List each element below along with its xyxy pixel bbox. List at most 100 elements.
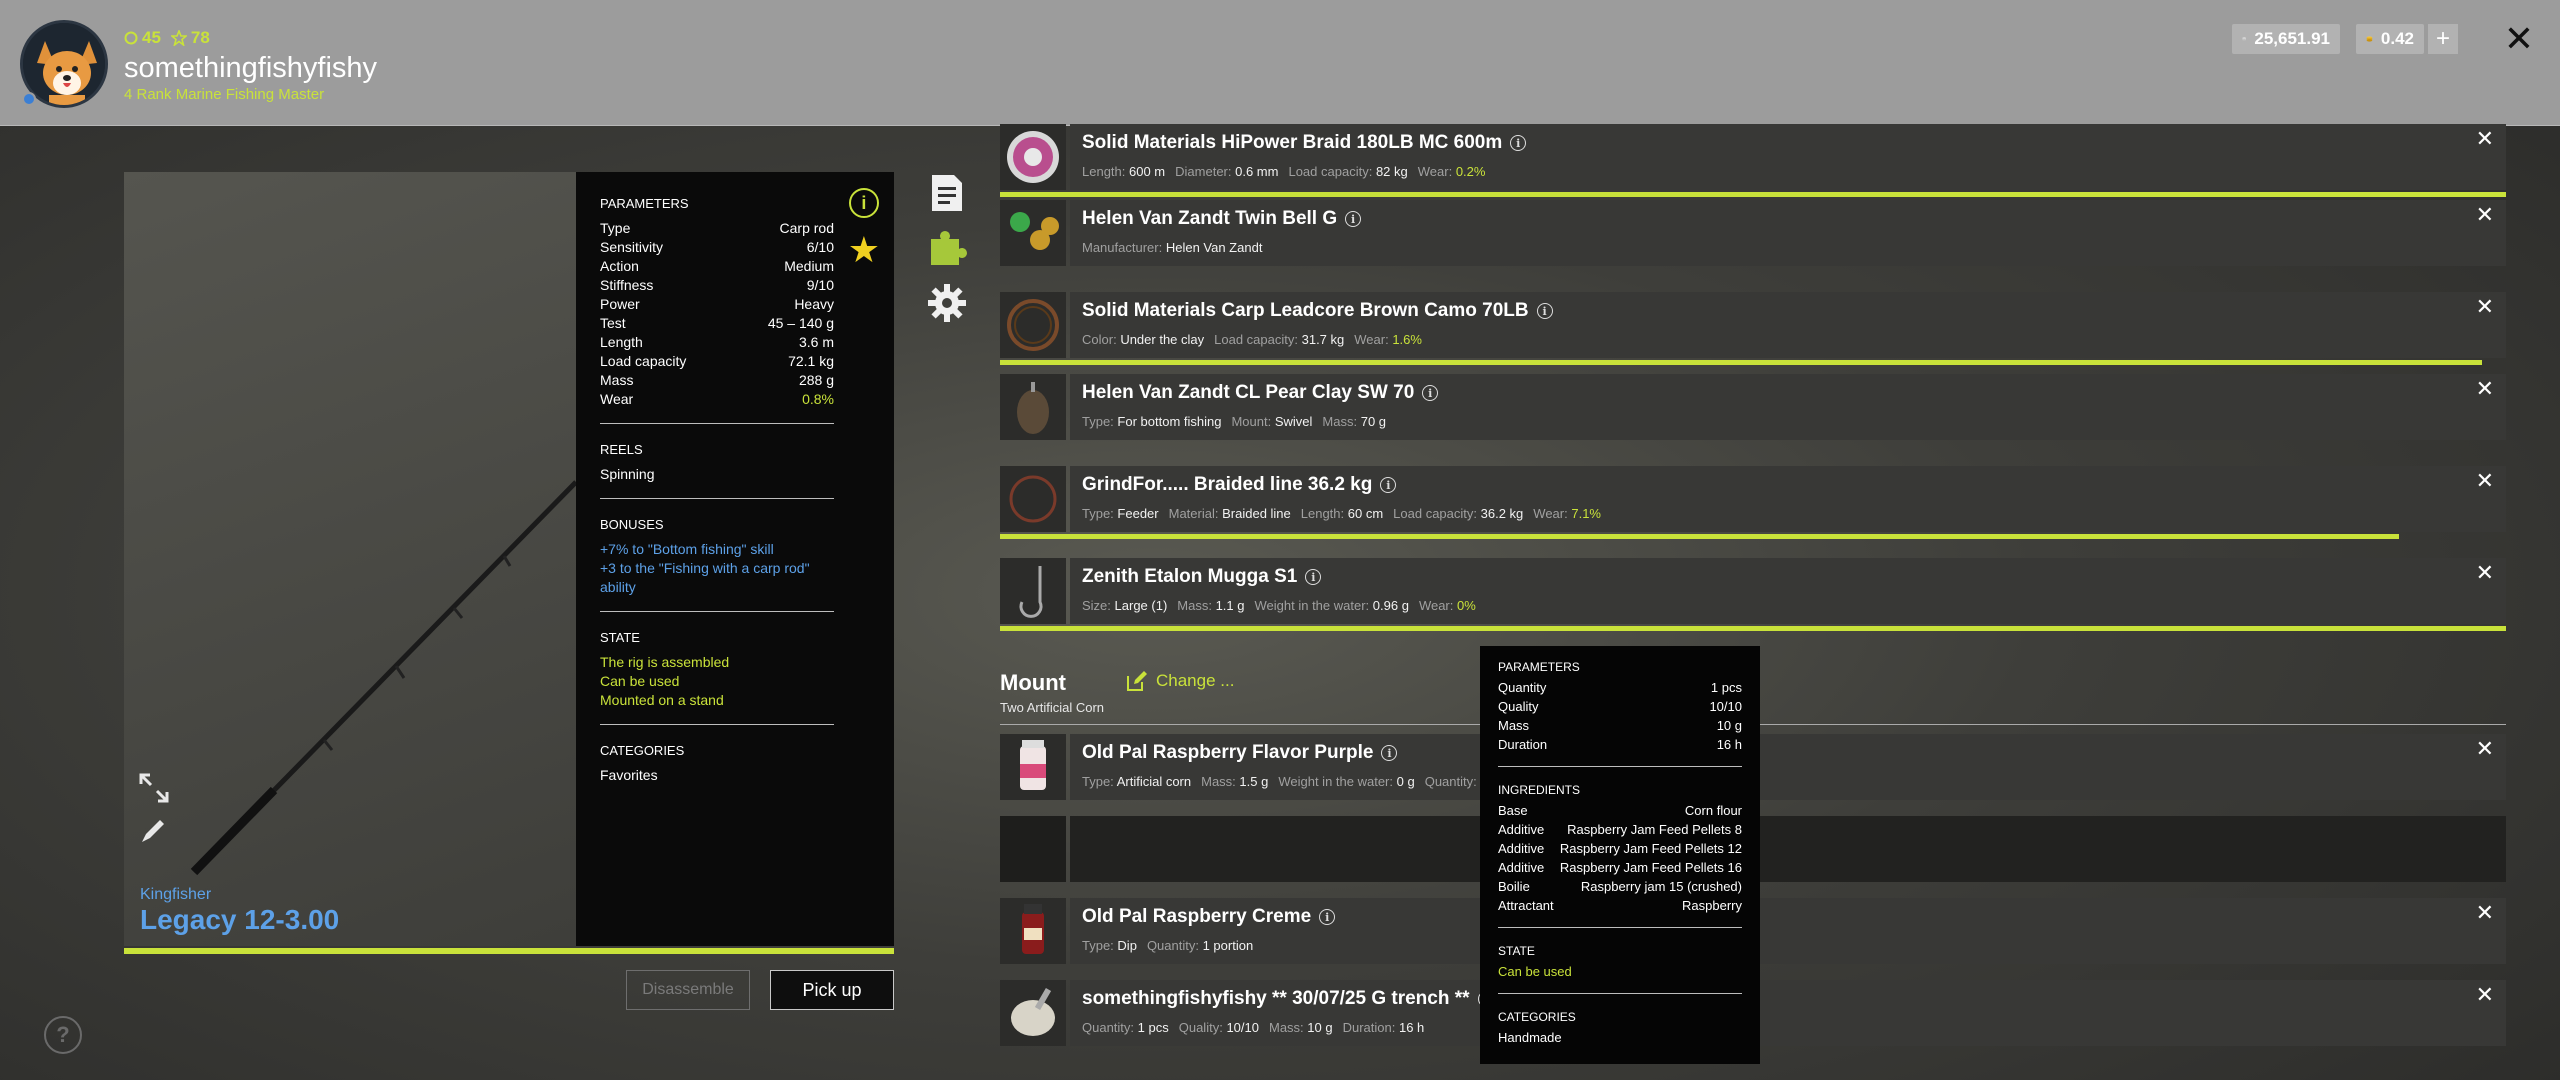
attr-key: Wear: xyxy=(1354,332,1389,347)
remove-item-close-icon[interactable]: ✕ xyxy=(2476,562,2494,584)
tackle-item-row[interactable]: Helen Van Zandt CL Pear Clay SW 70 i Type:… xyxy=(1000,374,2506,440)
item-thumbnail-icon xyxy=(1000,200,1066,266)
remove-item-close-icon[interactable]: ✕ xyxy=(2476,128,2494,150)
item-title: Old Pal Raspberry Creme i xyxy=(1082,906,2494,928)
info-icon[interactable]: i xyxy=(1536,303,1553,319)
item-name: Solid Materials HiPower Braid 180LB MC 6… xyxy=(1082,132,1503,153)
attr-key: Weight in the water: xyxy=(1254,598,1370,613)
param-value: 72.1 kg xyxy=(788,353,834,369)
param-row: Additive Raspberry Jam Feed Pellets 8 xyxy=(1498,820,1742,839)
param-row: Additive Raspberry Jam Feed Pellets 12 xyxy=(1498,839,1742,858)
param-row: Action Medium xyxy=(600,257,834,276)
rod-brand: Kingfisher xyxy=(140,886,212,903)
help-button[interactable]: ? xyxy=(44,1016,82,1054)
attr-value: 10 g xyxy=(1307,1020,1333,1035)
param-row: Length 3.6 m xyxy=(600,333,834,352)
rod-preview[interactable] xyxy=(124,172,578,946)
remove-item-close-icon[interactable]: ✕ xyxy=(2476,296,2494,318)
attr-value: 1 pcs xyxy=(1137,1020,1169,1035)
item-tooltip: PARAMETERS Quantity 1 pcs Quality 10/10 Mass… xyxy=(1480,646,1760,1064)
param-key: Duration xyxy=(1498,737,1548,752)
remove-item-close-icon[interactable]: ✕ xyxy=(2476,378,2494,400)
divider xyxy=(1498,766,1742,767)
tackle-item-row[interactable]: Helen Van Zandt Twin Bell G i Manufacturer… xyxy=(1000,200,2506,266)
param-row: Sensitivity 6/10 xyxy=(600,238,834,257)
item-attributes: Quantity: 1 pcs Quality: 10/10 Mass: 10 g D… xyxy=(1082,1020,2494,1035)
param-key: Load capacity xyxy=(600,353,687,369)
info-icon[interactable]: i xyxy=(1380,477,1397,493)
attr-value: Under the clay xyxy=(1120,332,1205,347)
param-value: Raspberry Jam Feed Pellets 8 xyxy=(1567,822,1742,837)
item-thumbnail-icon xyxy=(1000,124,1066,190)
expand-icon[interactable] xyxy=(138,772,170,810)
user-stats: 45 78 xyxy=(124,28,210,48)
tackle-item-row[interactable]: Solid Materials Carp Leadcore Brown Camo… xyxy=(1000,292,2506,358)
remove-item-close-icon[interactable]: ✕ xyxy=(2476,738,2494,760)
info-icon[interactable]: i xyxy=(1510,135,1527,151)
param-key: Additive xyxy=(1498,841,1545,856)
param-value: 288 g xyxy=(798,372,834,388)
remove-item-close-icon[interactable]: ✕ xyxy=(2476,470,2494,492)
info-icon[interactable]: i xyxy=(1345,211,1362,227)
gold-balance[interactable]: 0.42 xyxy=(2356,24,2424,54)
close-icon[interactable]: ✕ xyxy=(2502,21,2536,57)
param-key: Power xyxy=(600,296,640,312)
rod-condition-bar xyxy=(124,948,894,954)
param-key: Wear xyxy=(600,391,634,407)
tackle-item-row[interactable]: Zenith Etalon Mugga S1 i Size: Large (1) Ma… xyxy=(1000,558,2506,624)
tackle-item-row[interactable]: Solid Materials HiPower Braid 180LB MC 6… xyxy=(1000,124,2506,190)
info-icon[interactable]: i xyxy=(1319,909,1336,925)
silver-balance[interactable]: 25,651.91 xyxy=(2232,24,2340,54)
level-value: 45 xyxy=(142,28,161,47)
item-name: Zenith Etalon Mugga S1 xyxy=(1082,566,1298,587)
params-icons: i ★ xyxy=(848,188,880,268)
disassemble-button[interactable]: Disassemble xyxy=(626,970,750,1010)
star-icon[interactable]: ★ xyxy=(848,232,880,268)
param-value: 16 h xyxy=(1716,737,1742,752)
tackle-item-row[interactable]: GrindFor..... Braided line 36.2 kg i Type:… xyxy=(1000,466,2506,532)
info-icon[interactable]: i xyxy=(1381,745,1398,761)
attr-key: Color: xyxy=(1082,332,1117,347)
bonuses-title: BONUSES xyxy=(600,517,664,532)
notes-icon[interactable] xyxy=(926,172,968,214)
param-row: Stiffness 9/10 xyxy=(600,276,834,295)
item-body: Helen Van Zandt CL Pear Clay SW 70 i Type:… xyxy=(1070,374,2506,440)
silver-coins-icon xyxy=(2242,37,2246,41)
item-body: Zenith Etalon Mugga S1 i Size: Large (1) Ma… xyxy=(1070,558,2506,624)
info-icon[interactable]: i xyxy=(1422,385,1439,401)
info-icon[interactable]: i xyxy=(848,188,879,218)
add-currency-button[interactable]: + xyxy=(2428,24,2458,54)
info-icon[interactable]: i xyxy=(1305,569,1322,585)
remove-item-close-icon[interactable]: ✕ xyxy=(2476,204,2494,226)
attr-value: 1.6% xyxy=(1392,332,1422,347)
item-title: Zenith Etalon Mugga S1 i xyxy=(1082,566,2494,588)
attr-value: 31.7 kg xyxy=(1301,332,1345,347)
item-name: Helen Van Zandt CL Pear Clay SW 70 xyxy=(1082,382,1415,403)
attr-key: Quantity: xyxy=(1082,1020,1135,1035)
level-icon xyxy=(124,31,138,45)
reels-value: Spinning xyxy=(600,466,655,482)
param-key: Test xyxy=(600,315,626,331)
item-title: Old Pal Raspberry Flavor Purple i xyxy=(1082,742,2494,764)
remove-item-close-icon[interactable]: ✕ xyxy=(2476,984,2494,1006)
pickup-button[interactable]: Pick up xyxy=(770,970,894,1010)
param-row: Power Heavy xyxy=(600,295,834,314)
corgi-avatar-icon xyxy=(23,23,105,105)
attr-key: Mass: xyxy=(1322,414,1358,429)
divider xyxy=(600,423,834,424)
puzzle-icon[interactable] xyxy=(926,226,968,268)
user-name[interactable]: somethingfishyfishy xyxy=(124,52,377,85)
gear-icon[interactable] xyxy=(926,282,968,324)
remove-item-close-icon[interactable]: ✕ xyxy=(2476,902,2494,924)
edit-icon[interactable] xyxy=(138,814,170,852)
mount-change-button[interactable]: Change ... xyxy=(1126,670,1234,692)
param-row: Quantity 1 pcs xyxy=(1498,678,1742,697)
item-thumbnail-icon xyxy=(1000,466,1066,532)
attr-key: Mass: xyxy=(1201,774,1236,789)
item-name: GrindFor..... Braided line 36.2 kg xyxy=(1082,474,1373,495)
param-value: 45 – 140 g xyxy=(767,315,834,331)
param-value: Corn flour xyxy=(1684,803,1742,818)
divider xyxy=(600,611,834,612)
attr-key: Wear: xyxy=(1417,164,1453,179)
attr-key: Duration: xyxy=(1342,1020,1396,1035)
